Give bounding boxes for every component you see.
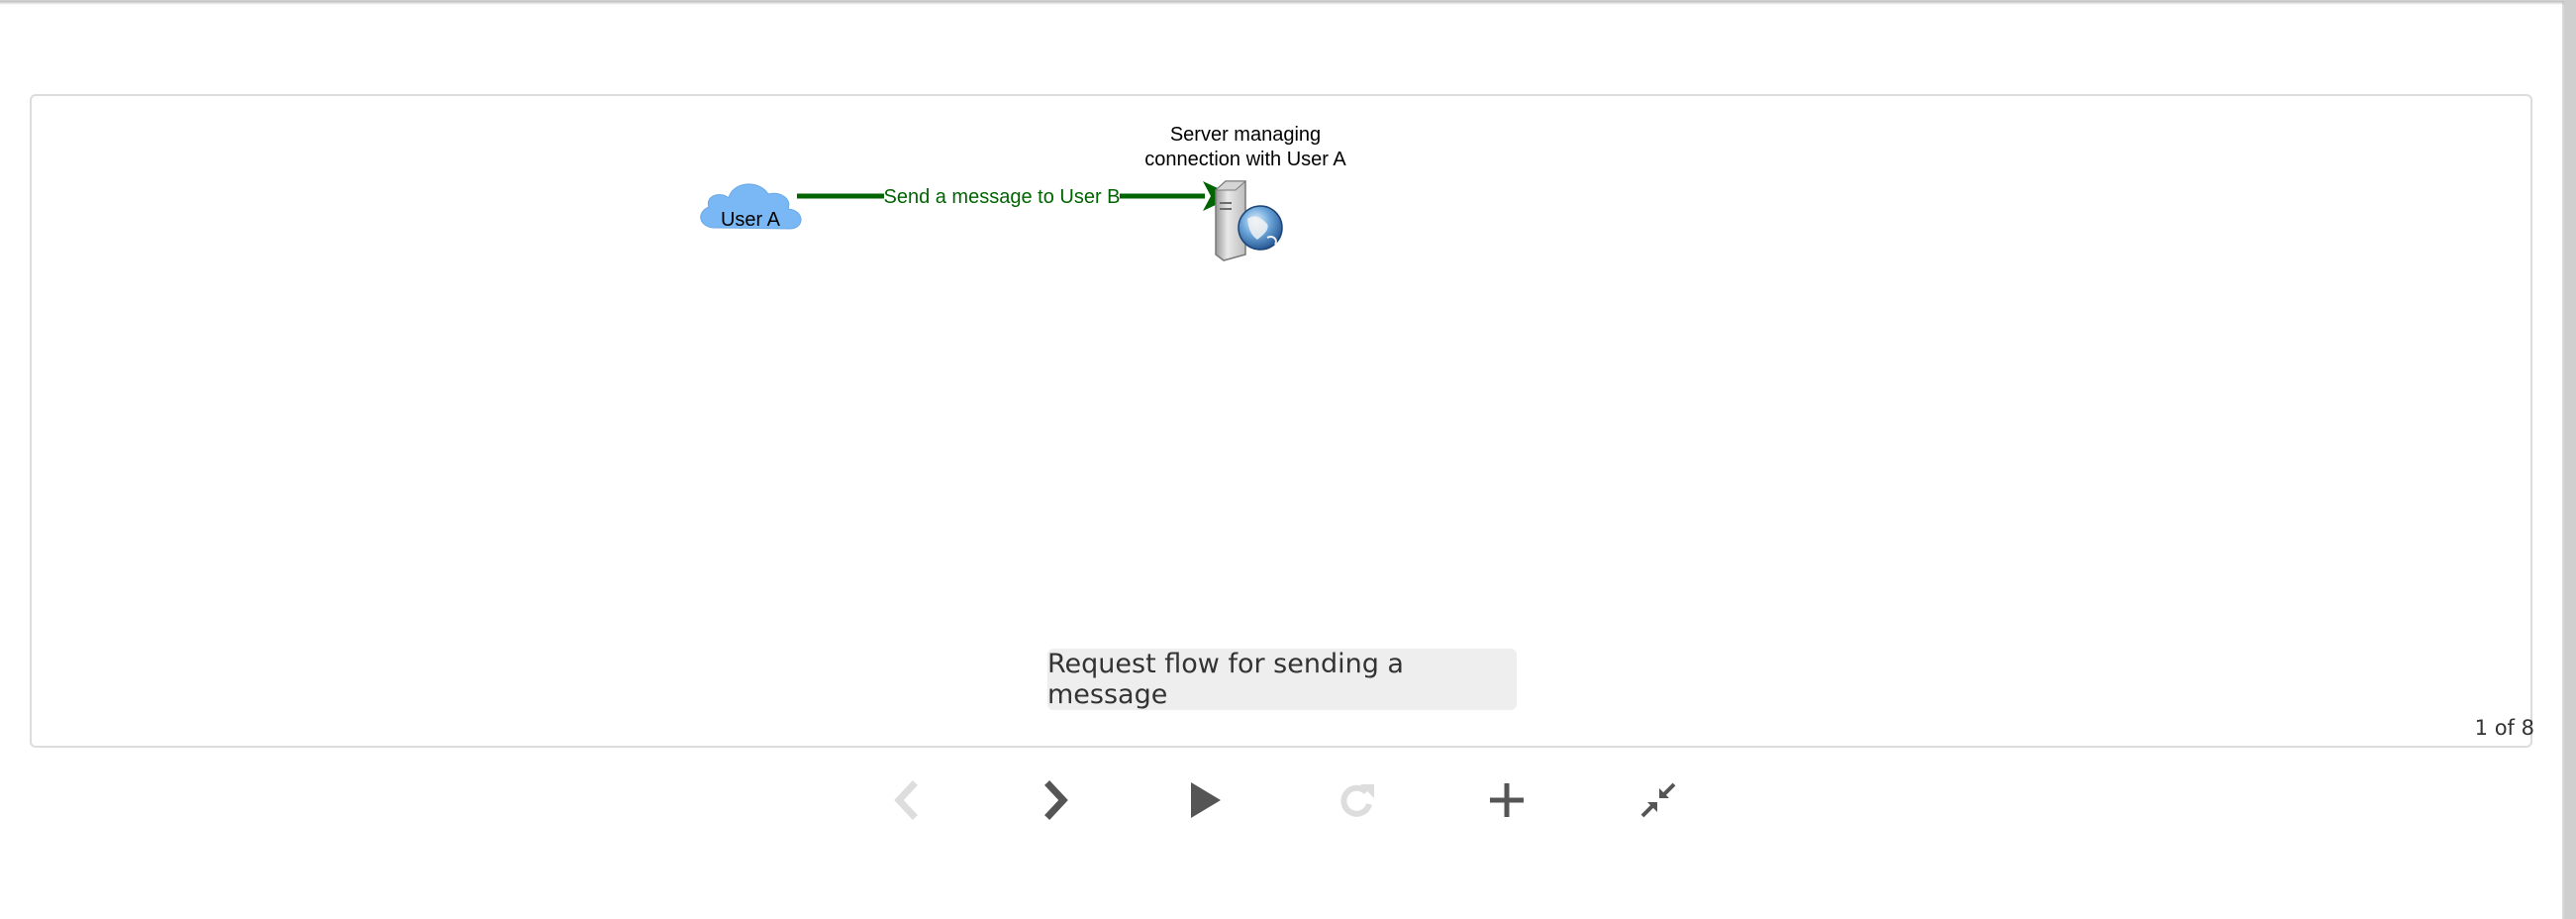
user-a-cloud-node: User A xyxy=(700,183,802,231)
play-button[interactable] xyxy=(1170,766,1239,835)
play-icon xyxy=(1191,782,1221,818)
collapse-button[interactable] xyxy=(1624,766,1693,835)
window-top-shadow xyxy=(0,1,2564,5)
zoom-in-button[interactable] xyxy=(1472,766,1541,835)
edge-label: Send a message to User B xyxy=(883,186,1120,208)
message-edge: Send a message to User B xyxy=(797,181,1235,211)
server-label-line2: connection with User A xyxy=(1144,149,1346,170)
slide-caption: Request flow for sending a message xyxy=(1047,649,1517,710)
server-label-line1: Server managing xyxy=(1170,124,1321,146)
slideshow-window: User A Send a message to User B Server m… xyxy=(0,0,2564,919)
user-a-label: User A xyxy=(721,209,781,231)
chevron-right-icon xyxy=(1044,780,1068,820)
redo-icon xyxy=(1340,784,1374,817)
chevron-left-icon xyxy=(894,780,918,820)
next-button[interactable] xyxy=(1021,766,1090,835)
compress-icon xyxy=(1640,782,1676,818)
previous-button[interactable] xyxy=(872,766,941,835)
window-edge xyxy=(2564,0,2576,919)
playback-controls xyxy=(0,766,2564,835)
page-counter: 1 of 8 xyxy=(2474,716,2534,740)
plus-icon xyxy=(1490,783,1524,817)
reload-button[interactable] xyxy=(1322,766,1391,835)
globe-icon xyxy=(1238,205,1283,251)
server-node: Server managing connection with User A xyxy=(1144,124,1346,261)
